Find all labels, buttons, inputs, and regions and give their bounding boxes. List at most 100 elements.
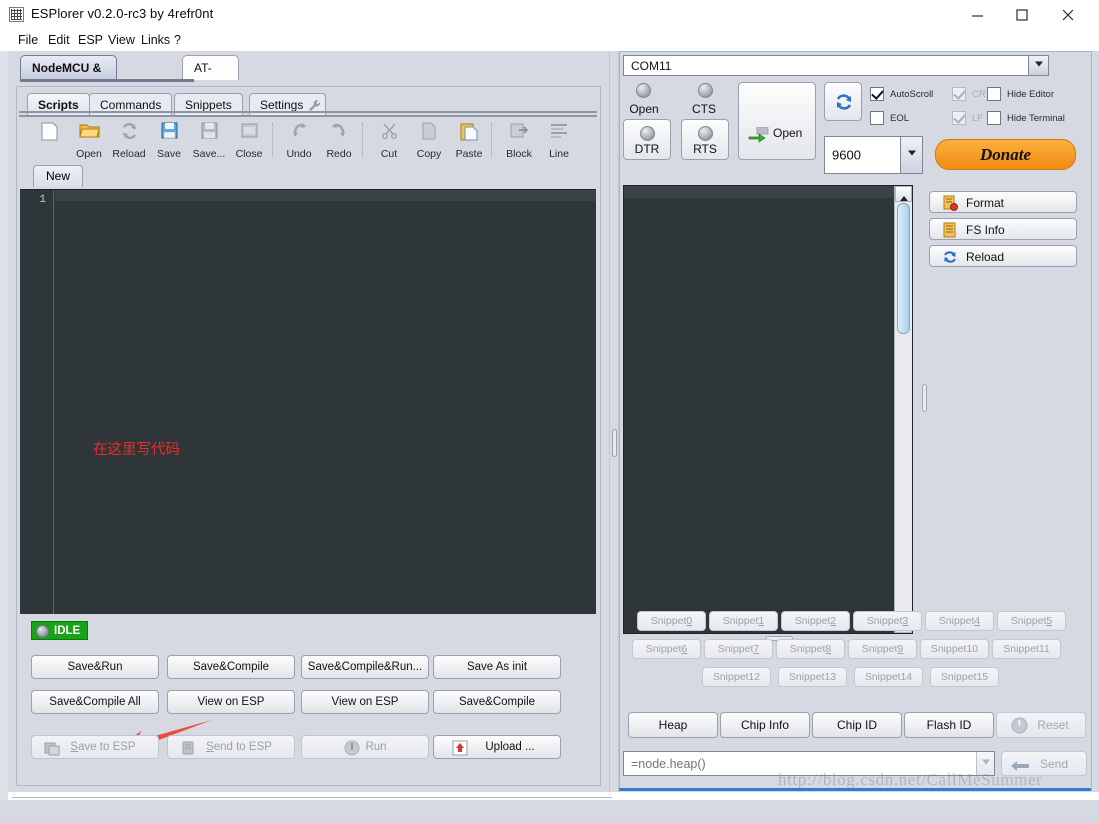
snippet-button-9[interactable]: Snippet9 [848, 639, 917, 659]
upload-button[interactable]: Upload ... [433, 735, 561, 759]
snippet-button-12[interactable]: Snippet12 [702, 667, 771, 687]
snippet-button-11[interactable]: Snippet11 [992, 639, 1061, 659]
copy-button-label: Copy [416, 148, 442, 160]
scrollbar-thumb[interactable] [897, 203, 910, 334]
flash-id-button[interactable]: Flash ID [904, 712, 994, 738]
save-compile-run-button[interactable]: Save&Compile&Run... [301, 655, 429, 679]
chip-id-button[interactable]: Chip ID [812, 712, 902, 738]
save-and-compile-button[interactable]: Save&Compile [167, 655, 295, 679]
menu-item-help[interactable]: ? [170, 32, 185, 48]
block-button[interactable]: Block [499, 119, 539, 161]
minimize-icon[interactable] [955, 0, 1001, 29]
close-doc-button[interactable]: Close [229, 119, 269, 161]
fs-reload-button[interactable]: Reload [929, 245, 1077, 267]
snippet-button-6[interactable]: Snippet6 [632, 639, 701, 659]
dtr-button[interactable]: DTR [623, 119, 671, 160]
snippet-button-8[interactable]: Snippet8 [776, 639, 845, 659]
upload-icon [452, 740, 468, 756]
reload-button[interactable]: Reload [109, 119, 149, 161]
maximize-icon[interactable] [999, 0, 1045, 29]
snippet-button-3[interactable]: Snippet3 [853, 611, 922, 631]
snippet-button-1[interactable]: Snippet1 [709, 611, 778, 631]
format-button[interactable]: Format [929, 191, 1077, 213]
menu-item-file[interactable]: File [14, 32, 42, 48]
save-compile-all-button[interactable]: Save&Compile All [31, 690, 159, 714]
snippet-button-14[interactable]: Snippet14 [854, 667, 923, 687]
copy-button[interactable]: Copy [409, 119, 449, 161]
copy-icon [418, 122, 440, 142]
fs-info-button[interactable]: FS Info [929, 218, 1077, 240]
new-file-button[interactable] [29, 119, 69, 161]
snippet-button-5[interactable]: Snippet5 [997, 611, 1066, 631]
left-rail [0, 51, 8, 800]
chevron-down-icon[interactable] [1028, 56, 1048, 75]
send-to-esp-mnemonic: S [206, 741, 214, 753]
line-icon [548, 122, 570, 142]
save-as-init-button[interactable]: Save As init [433, 655, 561, 679]
heap-button[interactable]: Heap [628, 712, 718, 738]
chip-info-button[interactable]: Chip Info [720, 712, 810, 738]
snippet-button-4[interactable]: Snippet4 [925, 611, 994, 631]
view-on-esp-button-2[interactable]: View on ESP [301, 690, 429, 714]
snippet-button-10[interactable]: Snippet10 [920, 639, 989, 659]
autoscroll-label: AutoScroll [890, 89, 934, 100]
snippet-button-15[interactable]: Snippet15 [930, 667, 999, 687]
splitter-grip[interactable] [612, 429, 617, 457]
format-button-label: Format [966, 196, 1005, 210]
refresh-ports-button[interactable] [824, 82, 862, 121]
open-button[interactable]: Open [69, 119, 109, 161]
menu-item-esp[interactable]: ESP [74, 32, 107, 48]
port-select[interactable]: COM11 [623, 55, 1049, 76]
lf-label: LF [972, 113, 984, 124]
line-button[interactable]: Line [539, 119, 579, 161]
tab-nodemcu-micropython[interactable]: NodeMCU & MicroPython [20, 55, 117, 99]
cut-button[interactable]: Cut [369, 119, 409, 161]
tab-at-based[interactable]: AT-based [182, 55, 239, 99]
action-button-grid: Save&Run Save&Compile Save&Compile&Run..… [20, 643, 596, 823]
redo-button[interactable]: Redo [319, 119, 359, 161]
cr-checkbox [952, 87, 966, 101]
refresh-circular-icon [834, 92, 854, 115]
baud-select[interactable]: 9600 [824, 136, 923, 174]
snippet-button-7[interactable]: Snippet7 [704, 639, 773, 659]
undo-button[interactable]: Undo [279, 119, 319, 161]
autoscroll-checkbox[interactable] [870, 87, 884, 101]
terminal-output[interactable] [623, 185, 913, 634]
snippet-button-2[interactable]: Snippet2 [781, 611, 850, 631]
document-tab-bar: New [19, 163, 597, 188]
lf-checkbox [952, 111, 966, 125]
code-editor[interactable]: 1 在这里写代码 [20, 189, 596, 614]
reset-button-label: Reset [1037, 718, 1069, 732]
chevron-down-icon[interactable] [900, 137, 922, 173]
paste-clipboard-icon [458, 122, 480, 142]
status-led-icon [36, 625, 49, 638]
menu-item-edit[interactable]: Edit [44, 32, 74, 48]
open-button-label: Open [76, 148, 102, 160]
plug-open-icon [748, 126, 770, 146]
rts-button[interactable]: RTS [681, 119, 729, 160]
open-connection-button[interactable]: Open [738, 82, 816, 160]
snippet-button-0[interactable]: Snippet0 [637, 611, 706, 631]
eol-checkbox[interactable] [870, 111, 884, 125]
save-and-run-button[interactable]: Save&Run [31, 655, 159, 679]
terminal-top-strip [624, 186, 912, 198]
save-button[interactable]: Save [149, 119, 189, 161]
save-and-compile-button-2[interactable]: Save&Compile [433, 690, 561, 714]
terminal-scrollbar[interactable] [894, 186, 912, 633]
donate-button[interactable]: Donate [935, 139, 1076, 170]
close-icon[interactable] [1045, 0, 1091, 29]
panel-splitter[interactable] [609, 51, 619, 792]
menu-item-links[interactable]: Links [137, 32, 174, 48]
document-tab-new[interactable]: New [33, 165, 84, 187]
snippet-button-13[interactable]: Snippet13 [778, 667, 847, 687]
view-on-esp-button[interactable]: View on ESP [167, 690, 295, 714]
document-tab-rule [19, 111, 597, 113]
hide-terminal-checkbox[interactable] [987, 111, 1001, 125]
save-as-button[interactable]: Save... [189, 119, 229, 161]
hide-editor-checkbox[interactable] [987, 87, 1001, 101]
scroll-up-icon[interactable] [895, 186, 912, 202]
window-title: ESPlorer v0.2.0-rc3 by 4refr0nt [31, 6, 214, 21]
terminal-vertical-grip[interactable] [922, 384, 927, 412]
paste-button[interactable]: Paste [449, 119, 489, 161]
menu-item-view[interactable]: View [104, 32, 139, 48]
